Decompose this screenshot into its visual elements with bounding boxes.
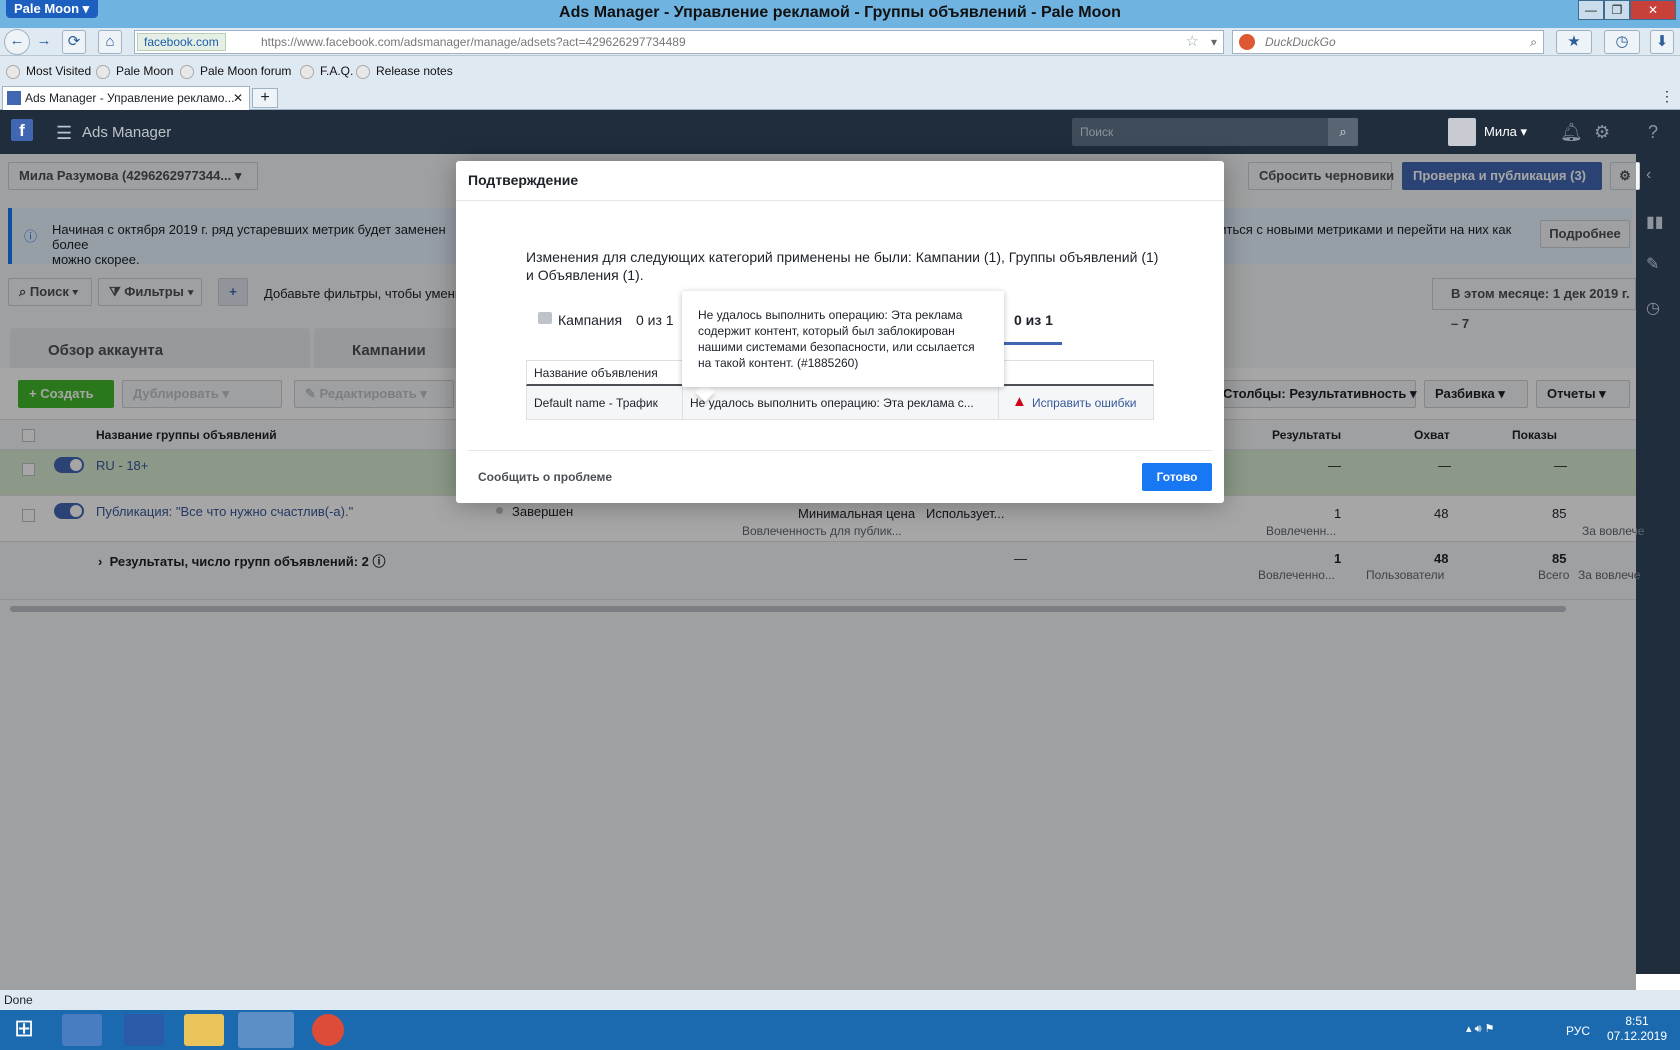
bookmark-icon — [96, 64, 110, 79]
chrome-icon[interactable] — [312, 1014, 344, 1046]
pale-moon-taskbar-icon[interactable] — [238, 1012, 294, 1048]
divider — [998, 386, 999, 420]
report-problem-link[interactable]: Сообщить о проблеме — [478, 470, 612, 484]
error-tooltip: Не удалось выполнить операцию: Эта рекла… — [682, 291, 1004, 387]
error-message-cell[interactable]: Не удалось выполнить операцию: Эта рекла… — [690, 396, 990, 410]
app-menu-label: Pale Moon — [14, 1, 80, 16]
history-button[interactable]: ◷ — [1604, 30, 1640, 54]
user-name-label: Мила — [1484, 124, 1517, 139]
search-icon[interactable]: ⌕ — [1328, 118, 1358, 146]
ad-name-cell: Default name - Трафик — [534, 396, 658, 410]
tab-ads-manager[interactable]: Ads Manager - Управление рекламо... ✕ — [2, 86, 250, 110]
chart-icon[interactable]: ▮▮ — [1646, 212, 1664, 232]
facebook-logo-icon[interactable]: f — [11, 119, 33, 141]
bookmark-label: Most Visited — [26, 64, 92, 78]
gear-icon[interactable]: ⚙ — [1594, 122, 1610, 143]
status-bar: Done — [0, 990, 1680, 1010]
ad-name-header: Название объявления — [534, 366, 658, 380]
forward-button[interactable]: → — [32, 30, 56, 54]
fix-errors-link[interactable]: Исправить ошибки — [1032, 396, 1136, 410]
bookmarks-toolbar: Most Visited Pale Moon Pale Moon forum F… — [0, 56, 1680, 86]
window-title: Ads Manager - Управление рекламой - Груп… — [559, 4, 1121, 21]
downloads-button[interactable]: ⬇ — [1650, 30, 1674, 54]
warning-icon: ▲ — [1012, 393, 1027, 410]
pencil-icon[interactable]: ✎ — [1646, 254, 1659, 274]
close-tab-icon[interactable]: ✕ — [233, 87, 243, 109]
dialog-message: Изменения для следующих категорий примен… — [526, 249, 1159, 283]
minimize-button[interactable]: — — [1578, 0, 1604, 20]
bookmark-label: Pale Moon — [116, 64, 174, 78]
clock[interactable]: 8:51 07.12.2019 — [1600, 1014, 1674, 1044]
back-button[interactable]: ← — [4, 29, 30, 55]
menu-icon[interactable]: ☰ — [56, 123, 72, 144]
duckduckgo-icon — [1239, 34, 1255, 50]
ads-count[interactable]: 0 из 1 — [1014, 312, 1053, 328]
start-button-icon[interactable]: ⊞ — [6, 1014, 42, 1046]
help-icon[interactable]: ? — [1648, 122, 1658, 143]
maximize-button[interactable]: ❐ — [1604, 0, 1630, 20]
notifications-icon[interactable]: 🔔︎ — [1560, 122, 1583, 143]
powershell-icon[interactable] — [124, 1014, 164, 1046]
divider — [456, 200, 1224, 201]
bookmark-pale-moon[interactable]: Pale Moon — [96, 64, 173, 79]
home-button[interactable]: ⌂ — [98, 30, 122, 54]
url-bar[interactable]: facebook.com https://www.facebook.com/ad… — [134, 30, 1224, 54]
tray-icons[interactable]: ▴ 🔊︎ ⚑ — [1466, 1022, 1494, 1036]
fb-header: f ☰ Ads Manager Поиск ⌕ Мила ▾ 🔔︎ ⚙ ? — [0, 110, 1680, 154]
file-explorer-icon[interactable] — [184, 1014, 224, 1046]
tab-title: Ads Manager - Управление рекламо... — [25, 91, 235, 105]
campaign-count: 0 из 1 — [636, 312, 674, 328]
title-bar: Ads Manager - Управление рекламой - Груп… — [0, 0, 1680, 28]
clock-time: 8:51 — [1625, 1014, 1649, 1028]
bookmark-forum[interactable]: Pale Moon forum — [180, 64, 291, 79]
avatar[interactable] — [1448, 118, 1476, 146]
dialog-title: Подтверждение — [468, 172, 579, 188]
bookmark-label: F.A.Q. — [320, 64, 354, 78]
search-placeholder: DuckDuckGo — [1265, 35, 1336, 49]
campaign-folder-icon — [538, 312, 552, 324]
url-text[interactable]: https://www.facebook.com/adsmanager/mana… — [261, 31, 686, 53]
bookmark-icon — [300, 64, 314, 79]
chevron-down-icon: ▾ — [1520, 124, 1528, 139]
language-indicator[interactable]: РУС — [1566, 1024, 1590, 1038]
user-name[interactable]: Мила ▾ — [1484, 124, 1527, 140]
chevron-down-icon[interactable]: ▾ — [1211, 31, 1217, 53]
divider — [468, 450, 1212, 451]
navigation-toolbar: ← → ⟳ ⌂ facebook.com https://www.faceboo… — [0, 28, 1680, 56]
close-button[interactable]: ✕ — [1630, 0, 1676, 20]
bookmark-icon — [180, 64, 194, 79]
facebook-favicon-icon — [7, 91, 21, 105]
campaign-label[interactable]: Кампания — [558, 312, 622, 328]
bookmark-label: Release notes — [376, 64, 453, 78]
server-manager-icon[interactable] — [62, 1014, 102, 1046]
site-identity[interactable]: facebook.com — [137, 33, 226, 51]
bookmark-release-notes[interactable]: Release notes — [356, 64, 453, 79]
bookmarks-button[interactable]: ★ — [1556, 30, 1592, 54]
collapse-icon[interactable]: ‹ — [1646, 166, 1651, 184]
bookmark-icon — [356, 64, 370, 79]
fb-search-input[interactable]: Поиск — [1072, 118, 1358, 146]
clock-icon[interactable]: ◷ — [1646, 298, 1660, 318]
app-name: Ads Manager — [82, 124, 172, 141]
new-tab-button[interactable]: + — [252, 88, 278, 108]
tab-bar: Ads Manager - Управление рекламо... ✕ + … — [0, 86, 1680, 110]
search-bar[interactable]: DuckDuckGo ⌕ — [1232, 30, 1544, 54]
app-menu-button[interactable]: Pale Moon ▾ — [6, 0, 98, 18]
divider — [682, 386, 683, 420]
clock-date: 07.12.2019 — [1606, 1029, 1668, 1043]
bookmark-label: Pale Moon forum — [200, 64, 292, 78]
bookmark-faq[interactable]: F.A.Q. — [300, 64, 353, 79]
tab-list-icon[interactable]: ⋮⋮ — [1660, 88, 1680, 105]
dropdown-arrow-icon: ▾ — [82, 1, 90, 16]
bookmark-most-visited[interactable]: Most Visited — [6, 64, 91, 79]
star-icon[interactable]: ☆ — [1186, 31, 1199, 53]
bookmark-icon — [6, 64, 20, 79]
done-button[interactable]: Готово — [1142, 463, 1212, 491]
right-sidebar — [1636, 154, 1680, 974]
search-icon[interactable]: ⌕ — [1530, 31, 1537, 53]
taskbar: ⊞ ▴ 🔊︎ ⚑ РУС 8:51 07.12.2019 — [0, 1010, 1680, 1050]
reload-button[interactable]: ⟳ — [62, 30, 86, 54]
